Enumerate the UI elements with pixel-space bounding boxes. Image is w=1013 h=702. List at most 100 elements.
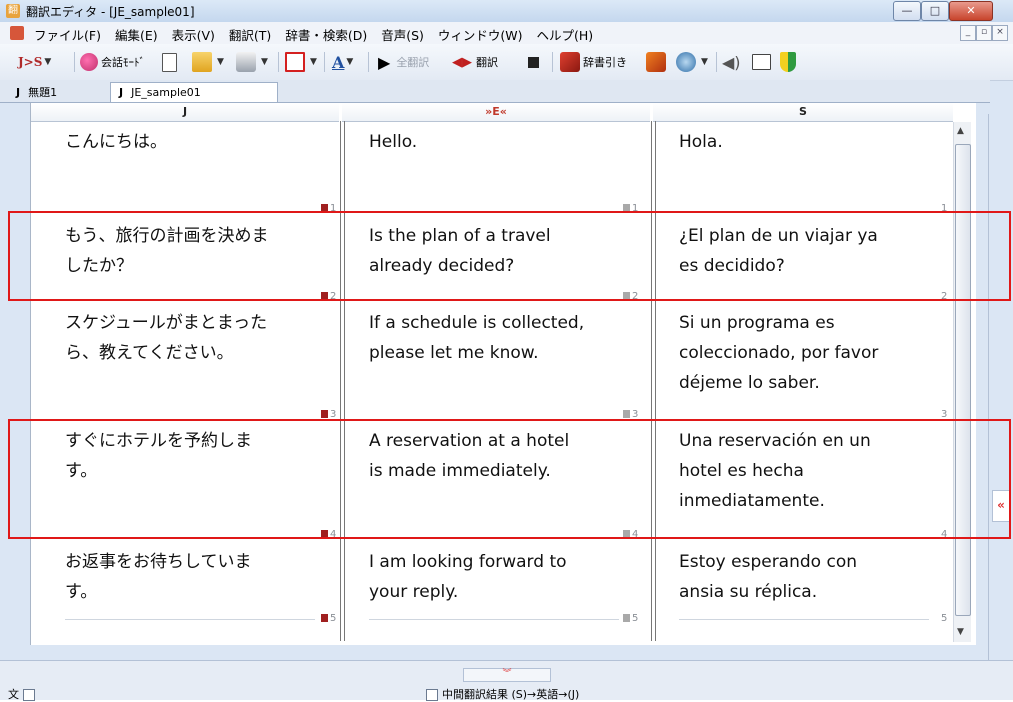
intermediate-result-label: 中間翻訳結果 (S)→英語→(J) [426,686,579,702]
language-pair-dropdown[interactable]: J>S ▼ [18,50,51,74]
cell-english[interactable]: I am looking forward to your reply. [369,547,567,607]
menu-help[interactable]: ヘルプ(H) [537,25,594,44]
play-icon: ▶ [378,52,391,72]
bottom-left-label: 文 [8,686,39,702]
dictionary-lookup-button[interactable]: 辞書引き [560,50,627,74]
extra-dictionary-button[interactable] [646,50,669,74]
scroll-up-icon[interactable]: ▲ [957,126,964,136]
menu-edit[interactable]: 編集(E) [115,25,158,44]
translate-all-button[interactable]: ▶ 全翻訳 [378,50,429,74]
keyboard-button[interactable] [752,50,774,74]
row-divider [65,619,315,620]
conversation-mode-button[interactable]: 会話ﾓｰﾄﾞ [80,50,145,74]
cell-spanish[interactable]: Hola. [679,127,723,157]
book-icon [646,52,666,72]
tab-prefix: J [16,86,21,99]
row-number: 5 [941,613,948,624]
vertical-scrollbar[interactable]: ▲ ▼ [953,122,971,642]
column-header-english: »E« [342,103,650,122]
menu-view[interactable]: 表示(V) [172,25,215,44]
beginner-button[interactable] [780,50,799,74]
menu-voice[interactable]: 音声(S) [381,25,424,44]
title-bar: 翻 翻訳エディタ - [JE_sample01] — □ ✕ [0,0,1013,22]
stop-button[interactable] [528,50,539,74]
speaker-icon: ◀) [722,52,741,72]
cell-english[interactable]: Hello. [369,127,417,157]
mdi-close-button[interactable]: × [992,25,1008,41]
tab-label: 無題1 [28,86,58,99]
printer-icon [236,52,256,72]
row-number: 5 [623,613,638,624]
layout-button[interactable]: ▼ [285,50,317,74]
checkbox[interactable] [22,689,35,701]
tab-untitled[interactable]: J 無題1 [8,83,65,102]
menu-translate[interactable]: 翻訳(T) [229,25,271,44]
speech-bubble-icon [80,53,98,71]
translate-arrow-icon: ◀▶ [452,54,472,70]
conversation-mode-label: 会話ﾓｰﾄﾞ [101,56,145,69]
cell-japanese[interactable]: スケジュールがまとまった ら、教えてください。 [65,308,267,368]
row-divider [679,619,929,620]
translate-button[interactable]: ◀▶ 翻訳 [452,50,498,74]
keyboard-icon [752,54,771,70]
document-icon[interactable] [10,26,24,40]
row-divider [369,619,619,620]
pane-splitter[interactable]: ︾ [463,668,551,682]
chevron-down-icon: ▼ [217,57,224,67]
menu-window[interactable]: ウィンドウ(W) [438,25,523,44]
highlight-box [8,211,1011,301]
stop-icon [528,56,539,68]
chevron-down-icon: ▼ [44,57,52,67]
beginner-mark-icon [780,52,796,72]
new-document-icon [162,52,177,72]
menu-bar: ファイル(F) 編集(E) 表示(V) 翻訳(T) 辞書・検索(D) 音声(S)… [0,22,1013,45]
column-header-japanese: J [31,103,339,122]
cell-english[interactable]: If a schedule is collected, please let m… [369,308,584,368]
minimize-button[interactable]: — [893,1,921,21]
column-divider[interactable] [651,121,656,641]
column-divider[interactable] [340,121,345,641]
cell-japanese[interactable]: こんにちは。 [65,127,167,157]
column-header-spanish: S [653,103,953,122]
tab-prefix: J [119,86,124,99]
mdi-restore-button[interactable]: ▫ [976,25,992,41]
chevron-down-icon: ▼ [310,57,317,67]
app-window: 翻 翻訳エディタ - [JE_sample01] — □ ✕ ファイル(F) 編… [0,0,1013,702]
mdi-minimize-button[interactable]: _ [960,25,976,41]
tab-label: JE_sample01 [131,86,201,99]
new-document-button[interactable] [162,50,180,74]
window-title: 翻訳エディタ - [JE_sample01] [26,5,195,19]
cell-spanish[interactable]: Estoy esperando con ansia su réplica. [679,547,857,607]
app-icon: 翻 [6,4,20,18]
tab-je-sample01[interactable]: J JE_sample01 [110,82,278,102]
maximize-button[interactable]: □ [921,1,949,21]
menu-file[interactable]: ファイル(F) [34,25,101,44]
japanese-segment-icon [321,614,328,622]
open-file-button[interactable]: ▼ [192,50,224,74]
toolbar: J>S ▼ 会話ﾓｰﾄﾞ ▼ ▼ ▼ A ▼ ▶ 全翻訳 ◀▶ 翻訳 辞書引き … [0,44,1013,81]
speaker-button[interactable]: ◀) [722,50,741,74]
dictionary-icon [560,52,580,72]
columns-icon [285,52,305,72]
globe-icon [676,52,696,72]
font-icon: A [332,52,345,72]
print-button[interactable]: ▼ [236,50,268,74]
cell-spanish[interactable]: Si un programa es coleccionado, por favo… [679,308,878,398]
english-segment-icon [623,614,630,622]
translate-label: 翻訳 [476,56,498,69]
checkbox[interactable] [426,689,438,701]
language-pair-label: J>S [18,55,43,69]
scroll-down-icon[interactable]: ▼ [957,627,964,637]
row-number: 5 [321,613,336,624]
side-pane-strip [988,114,1013,670]
font-button[interactable]: A ▼ [332,50,353,74]
translate-all-label: 全翻訳 [396,56,430,69]
web-button[interactable]: ▼ [676,50,708,74]
cell-japanese[interactable]: お返事をお待ちしていま す。 [65,547,252,607]
close-button[interactable]: ✕ [949,1,993,21]
chevron-down-icon: ▼ [701,57,708,67]
dictionary-lookup-label: 辞書引き [583,56,627,69]
document-tabs: J 無題1 J JE_sample01 [0,80,990,103]
chevron-down-icon: ▼ [346,57,354,67]
menu-dictionary[interactable]: 辞書・検索(D) [285,25,367,44]
